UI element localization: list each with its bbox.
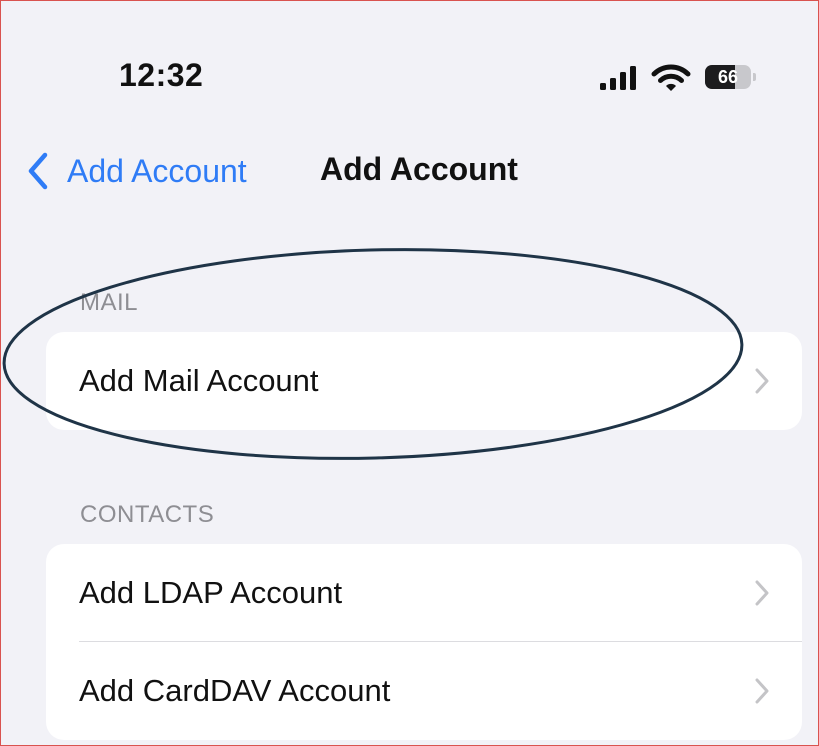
contacts-group: Add LDAP Account Add CardDAV Account bbox=[46, 544, 802, 740]
status-time: 12:32 bbox=[119, 57, 204, 93]
chevron-right-icon bbox=[755, 580, 769, 606]
back-button[interactable]: Add Account bbox=[27, 149, 247, 193]
add-ldap-account-row[interactable]: Add LDAP Account bbox=[46, 544, 802, 642]
battery-cap bbox=[753, 73, 756, 81]
mail-group: Add Mail Account bbox=[46, 332, 802, 430]
chevron-right-icon bbox=[755, 368, 769, 394]
row-label: Add LDAP Account bbox=[79, 575, 343, 610]
row-label: Add CardDAV Account bbox=[79, 673, 391, 708]
back-button-label: Add Account bbox=[67, 152, 247, 189]
status-icons: 66 bbox=[599, 61, 769, 95]
signal-icon bbox=[600, 66, 636, 90]
add-mail-account-row[interactable]: Add Mail Account bbox=[46, 332, 802, 430]
section-header-mail: MAIL bbox=[80, 289, 139, 316]
add-carddav-account-row[interactable]: Add CardDAV Account bbox=[46, 642, 802, 740]
section-header-contacts: CONTACTS bbox=[80, 501, 215, 528]
battery-icon: 66 bbox=[705, 65, 756, 89]
battery-percentage: 66 bbox=[717, 67, 739, 87]
page-title: Add Account bbox=[320, 151, 518, 187]
chevron-left-icon bbox=[28, 152, 48, 190]
battery-body: 66 bbox=[705, 65, 751, 89]
wifi-icon bbox=[651, 64, 691, 91]
screen-frame: 12:32 66 Add Account Add Account MAIL Ad… bbox=[0, 0, 819, 746]
row-label: Add Mail Account bbox=[79, 363, 319, 398]
chevron-right-icon bbox=[755, 678, 769, 704]
